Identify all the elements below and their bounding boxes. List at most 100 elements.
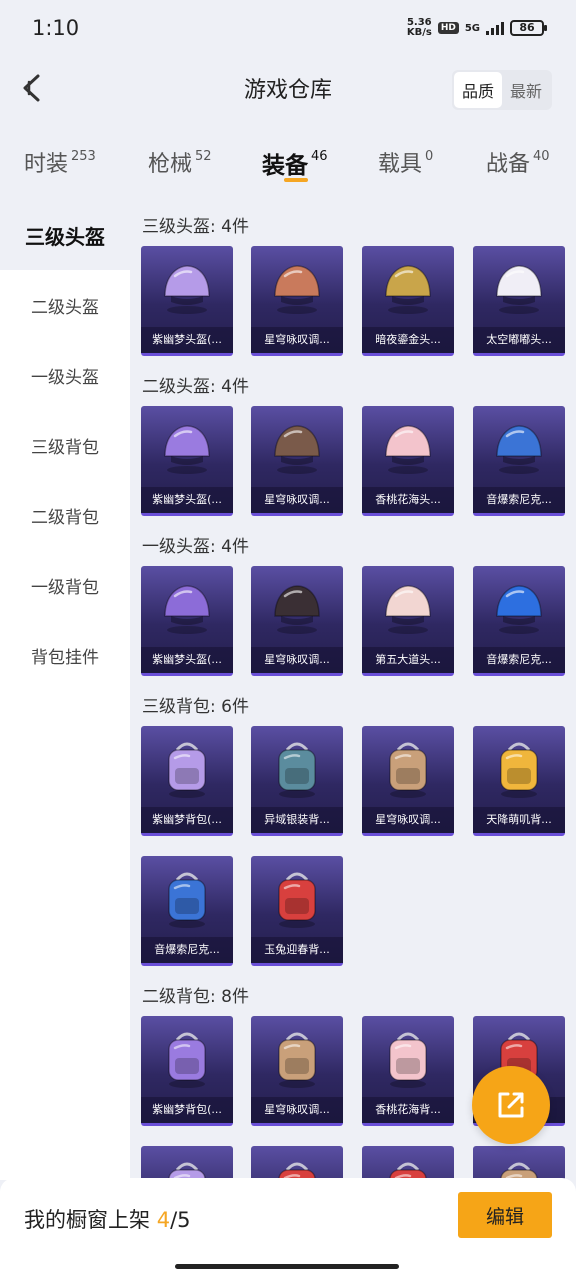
item-name: 音爆索尼克... (141, 937, 233, 963)
item-card[interactable]: 紫幽梦头盔(... (141, 406, 233, 516)
item-name: 星穹咏叹调... (251, 487, 343, 513)
item-card[interactable]: 音爆索尼克... (473, 406, 565, 516)
section-title: 三级背包: 6件 (142, 697, 249, 717)
helmet-art (378, 416, 438, 480)
item-card[interactable]: 第五大道头... (362, 566, 454, 676)
item-name: 香桃花海背... (362, 1097, 454, 1123)
item-card[interactable]: 星穹咏叹调... (251, 406, 343, 516)
item-card[interactable]: 紫幽梦背包(... (141, 1016, 233, 1126)
sidebar-item-backpack-charm[interactable]: 背包挂件 (0, 620, 130, 690)
sidebar-item-level2-helmet[interactable]: 二级头盔 (0, 270, 130, 340)
sidebar-item-level2-backpack[interactable]: 二级背包 (0, 480, 130, 550)
tab-count: 40 (533, 149, 550, 164)
item-name: 紫幽梦头盔(... (141, 487, 233, 513)
backpack-art (378, 736, 438, 800)
shelf-current-count: 4 (156, 1208, 171, 1232)
tab-equipment[interactable]: 装备 46 (262, 146, 328, 180)
tab-costume[interactable]: 时装 253 (24, 146, 96, 178)
tab-count: 52 (195, 149, 212, 164)
backpack-art (157, 1156, 217, 1180)
item-card[interactable]: 音爆索尼克... (141, 856, 233, 966)
item-card[interactable] (473, 1146, 565, 1180)
item-name: 太空嘟嘟头... (473, 327, 565, 353)
item-card[interactable]: 星穹咏叹调... (251, 1016, 343, 1126)
item-card[interactable]: 暗夜鎏金头... (362, 246, 454, 356)
item-name: 玉兔迎春背... (251, 937, 343, 963)
item-name: 第五大道头... (362, 647, 454, 673)
sidebar-item-level1-backpack[interactable]: 一级背包 (0, 550, 130, 620)
item-card[interactable]: 太空嘟嘟头... (473, 246, 565, 356)
item-name: 紫幽梦背包(... (141, 807, 233, 833)
backpack-art (489, 736, 549, 800)
chevron-left-icon (23, 74, 40, 102)
tab-label: 时装 (24, 152, 69, 177)
tab-count: 0 (425, 149, 434, 164)
item-card[interactable]: 玉兔迎春背... (251, 856, 343, 966)
backpack-art (267, 1026, 327, 1090)
item-card[interactable]: 星穹咏叹调... (251, 246, 343, 356)
battery-icon: 86 (510, 20, 547, 36)
tab-label: 装备 (262, 153, 308, 179)
helmet-art (378, 256, 438, 320)
speed-unit: KB/s (406, 27, 432, 38)
helmet-art (157, 576, 217, 640)
backpack-art (267, 736, 327, 800)
item-name: 紫幽梦背包(... (141, 1097, 233, 1123)
sidebar-item-level3-helmet[interactable]: 三级头盔 (0, 200, 130, 270)
shelf-label: 我的橱窗上架 (24, 1208, 150, 1232)
helmet-art (378, 576, 438, 640)
item-name: 星穹咏叹调... (251, 327, 343, 353)
header: 游戏仓库 品质 最新 (0, 56, 576, 120)
item-card[interactable]: 香桃花海背... (362, 1016, 454, 1126)
back-button[interactable] (14, 70, 48, 106)
item-card[interactable]: 紫幽梦头盔(... (141, 566, 233, 676)
section-title: 二级背包: 8件 (142, 987, 249, 1007)
item-card[interactable]: 音爆索尼克... (473, 566, 565, 676)
sort-option-quality[interactable]: 品质 (453, 72, 502, 108)
share-icon (498, 1092, 524, 1118)
tab-supplies[interactable]: 战备 40 (486, 146, 550, 178)
item-card[interactable]: 异域银装背... (251, 726, 343, 836)
tab-label: 战备 (486, 152, 531, 177)
share-button[interactable] (472, 1066, 550, 1144)
section-title: 一级头盔: 4件 (142, 537, 249, 557)
category-tabs: 时装 253 枪械 52 装备 46 载具 0 战备 40 (0, 130, 576, 200)
backpack-art (157, 736, 217, 800)
tab-vehicles[interactable]: 载具 0 (378, 146, 433, 178)
hd-badge: HD (437, 22, 459, 34)
section-title: 二级头盔: 4件 (142, 377, 249, 397)
backpack-art (378, 1156, 438, 1180)
item-card[interactable]: 天降萌叽背... (473, 726, 565, 836)
item-card[interactable]: 星穹咏叹调... (251, 566, 343, 676)
sidebar-item-level3-backpack[interactable]: 三级背包 (0, 410, 130, 480)
item-card[interactable] (251, 1146, 343, 1180)
item-grid: 三级头盔: 4件 紫幽梦头盔(... 星穹咏叹调... 暗夜鎏金头... 太空嘟嘟头..… (130, 200, 576, 1180)
tab-count: 253 (71, 149, 96, 164)
item-card[interactable] (141, 1146, 233, 1180)
item-name: 星穹咏叹调... (362, 807, 454, 833)
item-card[interactable]: 香桃花海头... (362, 406, 454, 516)
helmet-art (157, 416, 217, 480)
helmet-art (157, 256, 217, 320)
sort-option-newest[interactable]: 最新 (502, 72, 550, 108)
item-card[interactable]: 紫幽梦头盔(... (141, 246, 233, 356)
sidebar-item-level1-helmet[interactable]: 一级头盔 (0, 340, 130, 410)
backpack-art (378, 1026, 438, 1090)
tab-count: 46 (311, 149, 328, 164)
item-name: 紫幽梦头盔(... (141, 647, 233, 673)
backpack-art (267, 866, 327, 930)
tab-firearms[interactable]: 枪械 52 (148, 146, 212, 178)
helmet-art (267, 256, 327, 320)
helmet-art (489, 576, 549, 640)
helmet-art (267, 576, 327, 640)
signal-icon (486, 21, 504, 35)
item-card[interactable]: 紫幽梦背包(... (141, 726, 233, 836)
item-name: 异域银装背... (251, 807, 343, 833)
item-name: 星穹咏叹调... (251, 1097, 343, 1123)
shelf-total-count: /5 (170, 1208, 191, 1232)
item-card[interactable]: 星穹咏叹调... (362, 726, 454, 836)
item-name: 暗夜鎏金头... (362, 327, 454, 353)
edit-button[interactable]: 编辑 (458, 1192, 552, 1238)
sidebar: 三级头盔 二级头盔 一级头盔 三级背包 二级背包 一级背包 背包挂件 (0, 200, 130, 1180)
item-card[interactable] (362, 1146, 454, 1180)
